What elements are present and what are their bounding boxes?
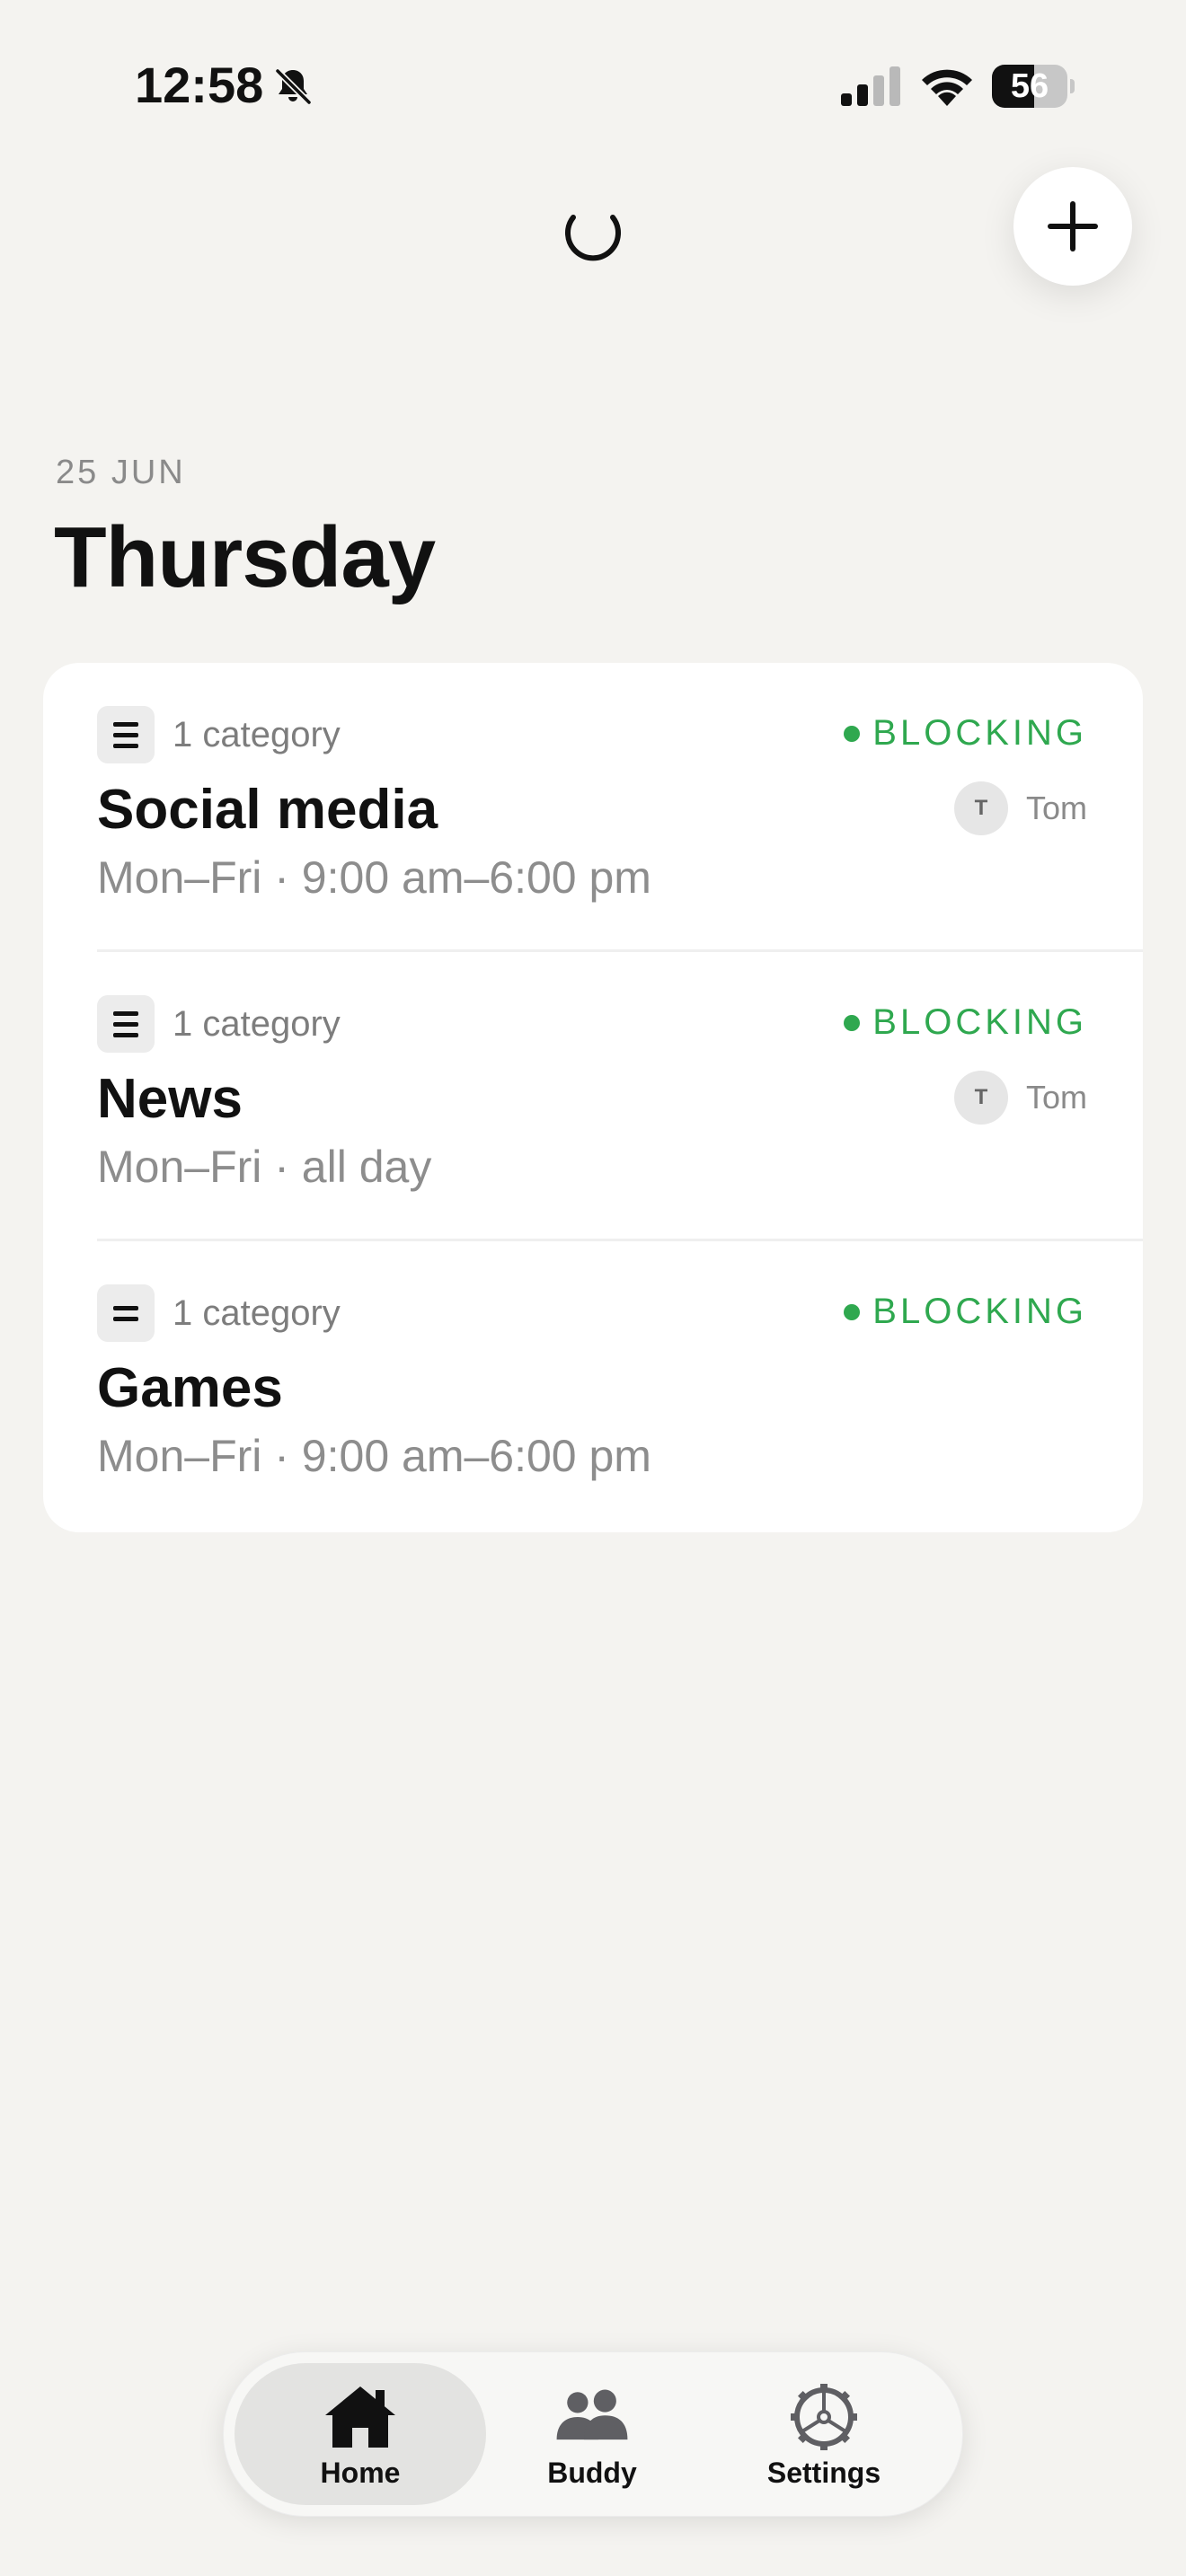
- status-dot: [844, 1303, 861, 1320]
- tab-bar: Home Buddy Settings: [223, 2351, 963, 2517]
- status-badge: BLOCKING: [844, 713, 1087, 754]
- avatar: T: [953, 781, 1008, 835]
- buddy-tag: T Tom: [953, 781, 1087, 835]
- block-schedule: Mon–Fri · 9:00 am–6:00 pm: [97, 1431, 651, 1481]
- block-schedule: Mon–Fri · all day: [97, 1142, 432, 1192]
- page-title: Thursday: [54, 509, 436, 605]
- bell-slash-icon: [274, 67, 312, 105]
- gear-icon: [791, 2384, 857, 2450]
- plus-icon: [1048, 201, 1098, 251]
- status-dot: [844, 1014, 861, 1031]
- battery-indicator: 56: [992, 65, 1075, 108]
- block-title: Games: [97, 1357, 283, 1419]
- tab-label: Settings: [766, 2457, 881, 2489]
- tab-label: Home: [320, 2457, 401, 2489]
- block-schedule: Mon–Fri · 9:00 am–6:00 pm: [97, 852, 651, 903]
- status-bar: 12:58 56: [0, 0, 1186, 171]
- date-label: 25 JUN: [56, 454, 186, 491]
- status-dot: [844, 725, 861, 742]
- block-item-social-media[interactable]: 1 category BLOCKING Social media T Tom M…: [43, 663, 1143, 952]
- avatar: T: [953, 1071, 1008, 1125]
- block-item-news[interactable]: 1 category BLOCKING News T Tom Mon–Fri ·…: [43, 952, 1143, 1241]
- buddy-name: Tom: [1025, 790, 1087, 826]
- list-icon: [97, 706, 155, 763]
- add-button[interactable]: [1013, 167, 1132, 286]
- category-count: 1 category: [173, 1293, 341, 1333]
- list-icon: [97, 995, 155, 1053]
- status-label: BLOCKING: [872, 713, 1087, 753]
- buddy-icon: [556, 2389, 628, 2440]
- home-icon: [325, 2386, 395, 2448]
- status-label: BLOCKING: [872, 1002, 1087, 1042]
- tab-home[interactable]: Home: [235, 2363, 486, 2505]
- signal-icon: [841, 66, 900, 106]
- wifi-icon: [922, 69, 972, 106]
- tab-buddy[interactable]: Buddy: [466, 2363, 718, 2505]
- tab-label: Buddy: [547, 2457, 637, 2489]
- blocks-card: 1 category BLOCKING Social media T Tom M…: [43, 663, 1143, 1532]
- equals-icon: [97, 1284, 155, 1342]
- buddy-name: Tom: [1025, 1079, 1087, 1116]
- block-title: Social media: [97, 779, 438, 841]
- category-count: 1 category: [173, 715, 341, 754]
- status-label: BLOCKING: [872, 1292, 1087, 1331]
- status-time: 12:58: [135, 57, 264, 113]
- tab-settings[interactable]: Settings: [698, 2363, 950, 2505]
- block-title: News: [97, 1068, 243, 1130]
- category-count: 1 category: [173, 1004, 341, 1044]
- status-badge: BLOCKING: [844, 1292, 1087, 1332]
- block-item-games[interactable]: 1 category BLOCKING Games Mon–Fri · 9:00…: [43, 1241, 1143, 1531]
- battery-percent: 56: [1010, 67, 1049, 105]
- status-badge: BLOCKING: [844, 1002, 1087, 1043]
- spinner-icon: [565, 215, 621, 261]
- buddy-tag: T Tom: [953, 1071, 1087, 1125]
